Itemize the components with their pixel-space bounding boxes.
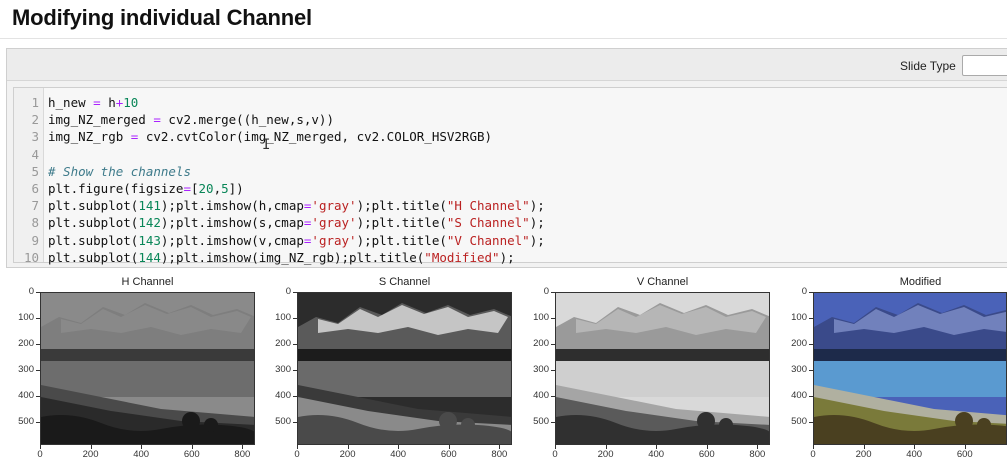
subplot-panel: Modified 0 100 200 300 400 500 0 200 400 600	[0, 272, 1007, 461]
markdown-heading-cell[interactable]: Modifying individual Channel	[0, 0, 1007, 40]
y-tick-mark	[809, 369, 813, 371]
line-number: 8	[31, 215, 39, 231]
x-tick-label: 600	[956, 449, 973, 460]
output-figure: H Channel 0 100 200 300 400 500 0 200 400 600 800 S…	[0, 272, 1007, 461]
page-title: Modifying individual Channel	[12, 5, 312, 30]
y-tick-label: 400	[791, 389, 807, 401]
line-number: 5	[31, 163, 39, 179]
x-tick-mark	[813, 445, 814, 449]
code-line[interactable]: 1 h_new = h+10	[14, 94, 1007, 111]
code-line[interactable]: 2 img_NZ_merged = cv2.merge((h_new,s,v))	[14, 111, 1007, 128]
y-tick-label: 500	[791, 415, 807, 427]
code-text: plt.subplot(141);plt.imshow(h,cmap='gray…	[48, 198, 545, 214]
slide-type-label: Slide Type	[900, 59, 956, 73]
y-tick-mark	[809, 343, 813, 345]
x-tick-label: 0	[810, 449, 816, 460]
code-text: plt.subplot(144);plt.imshow(img_NZ_rgb);…	[48, 249, 515, 265]
code-line[interactable]: 7 plt.subplot(141);plt.imshow(h,cmap='gra…	[14, 197, 1007, 214]
code-line[interactable]: 5 # Show the channels	[14, 163, 1007, 180]
code-line[interactable]: 8 plt.subplot(142);plt.imshow(s,cmap='gra…	[14, 214, 1007, 231]
line-number: 1	[31, 95, 39, 110]
x-tick-mark	[914, 445, 916, 449]
code-line[interactable]: 6 plt.figure(figsize=[20,5])	[14, 180, 1007, 197]
code-text: plt.subplot(143);plt.imshow(v,cmap='gray…	[48, 232, 545, 248]
y-tick-mark	[809, 395, 813, 397]
line-number: 3	[31, 129, 39, 145]
x-tick-mark	[863, 445, 865, 449]
y-tick-label: 300	[791, 363, 807, 375]
line-number: 4	[31, 146, 39, 162]
y-tick-mark	[809, 421, 813, 423]
y-tick-mark	[809, 292, 813, 293]
line-number: 2	[31, 112, 39, 128]
line-number: 6	[31, 181, 39, 196]
code-line[interactable]: 10 plt.subplot(144);plt.imshow(img_NZ_rgb…	[14, 249, 1007, 266]
y-tick-label: 100	[791, 311, 807, 323]
code-line[interactable]: 4	[14, 146, 1007, 163]
line-number: 7	[31, 198, 39, 214]
line-number: 10	[23, 249, 39, 265]
subplot-title: Modified	[899, 276, 942, 288]
channel-image	[813, 292, 1007, 445]
code-cell[interactable]: Slide Type 1 h_new = h+10 2 img_NZ_merged =…	[6, 48, 1007, 268]
x-tick-mark	[964, 445, 966, 449]
code-editor[interactable]: 1 h_new = h+10 2 img_NZ_merged = cv2.merge(…	[13, 87, 1007, 266]
text-cursor-icon: I	[262, 137, 271, 153]
cell-toolbar: Slide Type	[7, 49, 1007, 81]
y-tick-label: 200	[791, 337, 807, 349]
code-text: plt.figure(figsize=[20,5])	[48, 181, 244, 196]
code-line[interactable]: 9 plt.subplot(143);plt.imshow(v,cmap='gra…	[14, 232, 1007, 249]
x-tick-label: 400	[906, 449, 923, 460]
code-text: # Show the channels	[48, 163, 191, 179]
code-text: h_new = h+10	[48, 95, 139, 110]
divider	[0, 38, 1007, 39]
line-number: 9	[31, 232, 39, 248]
code-line[interactable]: 3 img_NZ_rgb = cv2.cvtColor(img_NZ_merged…	[14, 128, 1007, 145]
x-tick-label: 200	[855, 449, 872, 460]
code-text: plt.subplot(142);plt.imshow(s,cmap='gray…	[48, 215, 545, 231]
y-tick-label: 0	[801, 286, 807, 297]
y-tick-mark	[809, 317, 813, 319]
slide-type-select[interactable]	[962, 55, 1007, 76]
code-text: img_NZ_merged = cv2.merge((h_new,s,v))	[48, 112, 334, 128]
